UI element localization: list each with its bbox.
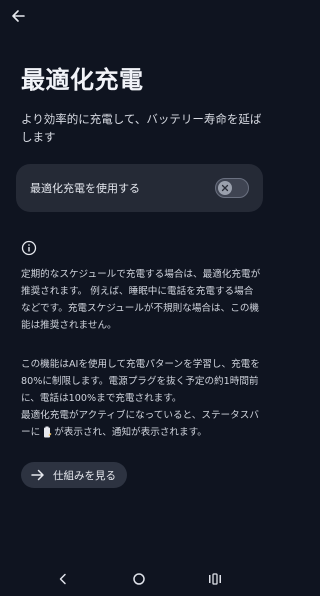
learn-more-label: 仕組みを見る <box>53 469 116 482</box>
info-icon <box>21 240 37 256</box>
battery-heart-icon <box>44 426 52 438</box>
page-title: 最適化充電 <box>21 66 144 94</box>
switch-knob <box>218 181 232 195</box>
optimized-charging-switch[interactable] <box>215 178 249 198</box>
info-paragraph-2-line-2-after: が表示され、通知が表示されます。 <box>54 427 207 438</box>
arrow-left-icon <box>12 10 25 22</box>
nav-back-button[interactable] <box>55 571 71 587</box>
close-icon <box>221 184 229 192</box>
info-paragraph-2-line-1: この機能はAIを使用して充電パターンを学習し、充電を80%に制限します。電源プラ… <box>21 359 260 404</box>
info-paragraph-1: 定期的なスケジュールで充電する場合は、最適化充電が推奨されます。 例えば、睡眠中… <box>21 269 261 331</box>
arrow-right-icon <box>31 469 44 481</box>
nav-home-icon <box>133 573 145 585</box>
back-button[interactable] <box>6 4 30 28</box>
optimized-charging-toggle-row[interactable]: 最適化充電を使用する <box>16 164 263 212</box>
nav-recents-icon <box>209 573 221 585</box>
toggle-label: 最適化充電を使用する <box>30 182 140 195</box>
nav-recents-button[interactable] <box>207 571 223 587</box>
nav-back-icon <box>59 573 66 585</box>
info-paragraph-2: この機能はAIを使用して充電パターンを学習し、充電を80%に制限します。電源プラ… <box>21 356 261 441</box>
learn-more-button[interactable]: 仕組みを見る <box>21 462 127 488</box>
navigation-bar <box>0 562 279 596</box>
nav-home-button[interactable] <box>131 571 147 587</box>
page-subtitle: より効率的に充電して、バッテリー寿命を延ばします <box>21 112 262 144</box>
